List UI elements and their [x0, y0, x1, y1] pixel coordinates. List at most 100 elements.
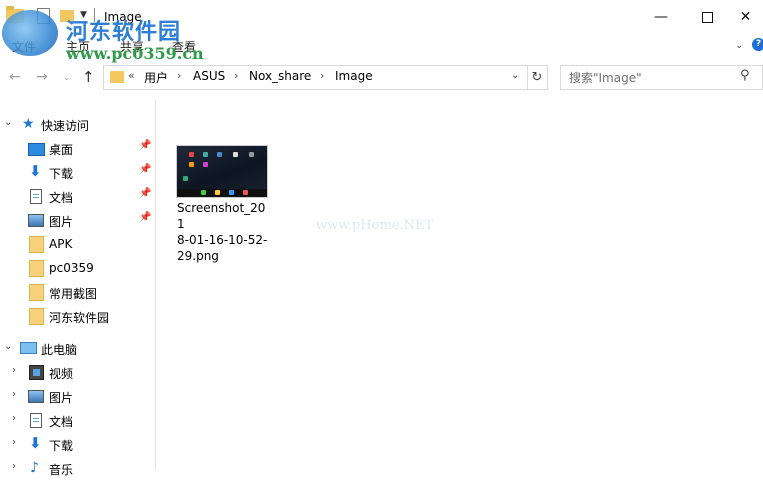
watermark-site-url: www.pc0359.cn [66, 44, 204, 63]
minimize-icon: — [654, 9, 668, 25]
download-icon: ⬇ [29, 162, 42, 180]
watermark-logo-icon [2, 10, 58, 56]
forward-arrow-icon[interactable]: → [36, 69, 48, 85]
folder-icon [29, 260, 44, 277]
breadcrumb-asus[interactable]: ASUS [193, 69, 225, 83]
breadcrumb-nox-share[interactable]: Nox_share [249, 69, 311, 83]
breadcrumb-image[interactable]: Image [335, 69, 373, 83]
file-name-line: Screenshot_201 [177, 201, 266, 231]
folder-icon [29, 236, 44, 253]
chevron-right-icon[interactable]: › [12, 437, 16, 448]
sidebar-item-videos[interactable]: › 视频 [0, 360, 155, 384]
help-icon[interactable]: ? [752, 38, 763, 51]
sidebar-item-screenshots[interactable]: 常用截图 [0, 280, 155, 304]
chevron-right-icon[interactable]: › [12, 389, 16, 400]
sidebar-item-label: pc0359 [49, 261, 94, 275]
sidebar-item-label: 下载 [49, 439, 74, 453]
search-icon[interactable]: ⚲ [740, 68, 750, 83]
sidebar-item-desktop[interactable]: 桌面 📌 [0, 136, 155, 160]
breadcrumb-users[interactable]: 用户 [144, 69, 168, 86]
thumbnail-app-icon [229, 190, 234, 195]
up-arrow-icon[interactable]: ↑ [82, 68, 95, 86]
thumbnail-app-icon [189, 152, 194, 157]
thumbnail-app-icon [233, 152, 238, 157]
file-thumbnail[interactable] [176, 145, 268, 198]
sidebar-item-label: 文档 [49, 191, 74, 205]
computer-icon [20, 342, 37, 354]
chevron-down-icon[interactable]: ⌄ [4, 117, 12, 128]
thumbnail-app-icon [249, 152, 254, 157]
search-placeholder: 搜索"Image" [569, 71, 642, 85]
chevron-right-icon[interactable]: › [12, 461, 16, 472]
sidebar-item-hedong[interactable]: 河东软件园 [0, 304, 155, 328]
breadcrumb-overflow[interactable]: « [128, 69, 135, 82]
video-icon [29, 365, 44, 380]
chevron-right-icon[interactable]: › [12, 413, 16, 424]
minimize-button[interactable]: — [638, 0, 684, 34]
music-icon: ♪ [30, 460, 39, 476]
breadcrumb-separator[interactable]: › [234, 69, 238, 82]
pictures-icon [28, 214, 44, 227]
sidebar-this-pc[interactable]: ⌄ 此电脑 [0, 336, 155, 360]
chevron-down-icon[interactable]: ⌄ [4, 341, 12, 352]
maximize-icon [701, 11, 713, 23]
pin-icon[interactable]: 📌 [139, 188, 151, 199]
sidebar-item-label: 桌面 [49, 143, 74, 157]
address-folder-icon [110, 71, 124, 83]
recent-locations-chevron-icon[interactable]: ⌄ [63, 73, 71, 83]
folder-icon [29, 284, 44, 301]
maximize-button[interactable] [684, 0, 730, 34]
sidebar-item-pc-documents[interactable]: › 文档 [0, 408, 155, 432]
file-name-line: 29.png [177, 249, 219, 263]
desktop-icon [28, 143, 45, 156]
thumbnail-app-icon [243, 190, 248, 195]
breadcrumb-separator[interactable]: › [177, 69, 181, 82]
sidebar-item-pc0359[interactable]: pc0359 [0, 256, 155, 280]
sidebar-item-pc-pictures[interactable]: › 图片 [0, 384, 155, 408]
ribbon-expand-chevron-icon[interactable]: ⌄ [735, 40, 743, 51]
document-icon [30, 189, 42, 204]
close-button[interactable]: ✕ [728, 0, 763, 34]
refresh-button[interactable]: ↻ [527, 65, 548, 90]
thumbnail-dock [177, 189, 267, 197]
thumbnail-app-icon [183, 176, 188, 181]
back-arrow-icon[interactable]: ← [9, 69, 21, 85]
sidebar-item-label: 河东软件园 [49, 311, 110, 325]
sidebar-item-label: APK [49, 237, 73, 251]
sidebar-item-documents[interactable]: 文档 📌 [0, 184, 155, 208]
chevron-right-icon[interactable]: › [12, 365, 16, 376]
pane-divider[interactable] [155, 100, 156, 470]
sidebar-item-label: 此电脑 [41, 343, 78, 357]
sidebar-item-apk[interactable]: APK [0, 232, 155, 256]
sidebar-item-label: 视频 [49, 367, 74, 381]
file-name[interactable]: Screenshot_201 8-01-16-10-52- 29.png [177, 200, 269, 264]
refresh-icon: ↻ [531, 70, 543, 85]
sidebar-item-label: 图片 [49, 391, 74, 405]
thumbnail-app-icon [201, 190, 206, 195]
sidebar-item-label: 下载 [49, 167, 74, 181]
folder-icon [29, 308, 44, 325]
sidebar-item-pc-downloads[interactable]: › ⬇ 下载 [0, 432, 155, 456]
thumbnail-app-icon [203, 152, 208, 157]
sidebar-quick-access[interactable]: ⌄ ★ 快速访问 [0, 112, 155, 136]
pin-icon[interactable]: 📌 [139, 212, 151, 223]
pin-icon[interactable]: 📌 [139, 140, 151, 151]
thumbnail-app-icon [215, 190, 220, 195]
sidebar-item-pictures[interactable]: 图片 📌 [0, 208, 155, 232]
document-icon [30, 413, 42, 428]
sidebar-item-downloads[interactable]: ⬇ 下载 📌 [0, 160, 155, 184]
address-dropdown-chevron-icon[interactable]: ⌄ [511, 70, 519, 81]
watermark-center-text: www.pHome.NET [316, 218, 434, 233]
thumbnail-app-icon [203, 162, 208, 167]
sidebar-item-label: 图片 [49, 215, 74, 229]
breadcrumb-separator[interactable]: › [320, 69, 324, 82]
sidebar-item-label: 常用截图 [49, 287, 98, 301]
sidebar-item-music[interactable]: › ♪ 音乐 [0, 456, 155, 480]
file-name-line: 8-01-16-10-52- [177, 233, 268, 247]
sidebar-item-label: 快速访问 [41, 119, 90, 133]
close-icon: ✕ [739, 9, 752, 25]
star-icon: ★ [22, 116, 35, 132]
pin-icon[interactable]: 📌 [139, 164, 151, 175]
download-icon: ⬇ [29, 434, 42, 452]
sidebar-item-label: 文档 [49, 415, 74, 429]
